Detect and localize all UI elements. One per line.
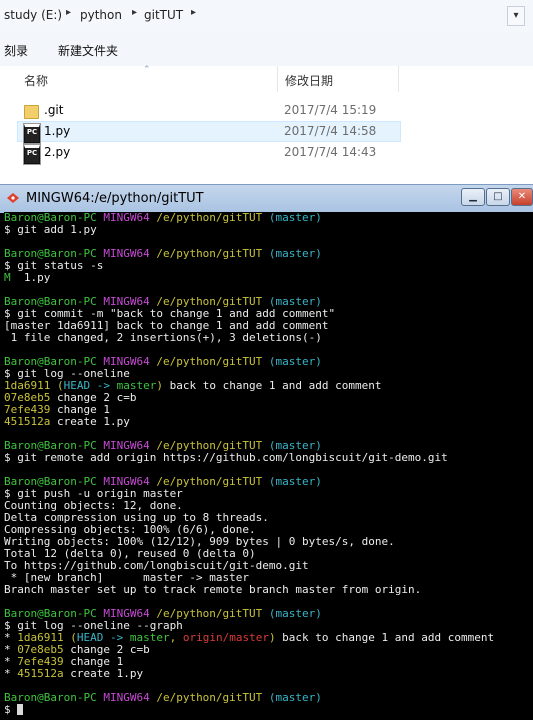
python-file-icon: PC — [24, 124, 40, 143]
prompt-path: /e/python/gitTUT — [156, 691, 263, 704]
output-segment: M — [4, 271, 11, 284]
sort-arrow-icon: ⌃ — [143, 65, 151, 75]
python-file-icon: PC — [24, 145, 40, 164]
prompt-env: MINGW64 — [103, 247, 150, 260]
list-item[interactable]: .git 2017/7/4 15:19 — [18, 101, 400, 121]
burn-button[interactable]: 刻录 — [4, 42, 28, 59]
output-line: M 1.py — [4, 272, 533, 284]
input-prompt: $ — [4, 703, 18, 716]
output-segment: ) — [156, 379, 163, 392]
breadcrumb-gittut[interactable]: gitTUT — [144, 8, 183, 22]
command-line: $ git add 1.py — [4, 223, 97, 236]
prompt-user: Baron@Baron-PC — [4, 691, 97, 704]
prompt-branch: (master) — [268, 475, 322, 488]
breadcrumb-drive[interactable]: study (E:) — [4, 8, 62, 22]
minimize-button[interactable]: ▁ — [461, 188, 485, 206]
file-name: 1.py — [44, 124, 71, 138]
chevron-right-icon[interactable]: ▸ — [66, 7, 71, 18]
cursor — [17, 704, 24, 715]
prompt-env: MINGW64 — [103, 691, 150, 704]
command-line: $ git remote add origin https://github.c… — [4, 451, 448, 464]
output-segment: * — [4, 667, 18, 680]
file-list: 名称 ⌃ 修改日期 .git 2017/7/4 15:19 PC 1.py 20… — [0, 65, 533, 184]
command-bar: 刻录 新建文件夹 — [0, 32, 533, 67]
prompt-branch: (master) — [268, 607, 322, 620]
output-segment: 451512a — [17, 667, 64, 680]
command-line: $ git status -s — [4, 259, 104, 272]
prompt-line: Baron@Baron-PC MINGW64 /e/python/gitTUT … — [4, 692, 533, 704]
chevron-down-icon[interactable]: ▾ — [507, 6, 525, 26]
output-segment: origin/master — [182, 631, 269, 644]
column-divider[interactable] — [277, 66, 278, 92]
output-segment: Branch master set up to track remote bra… — [4, 583, 422, 596]
terminal-output[interactable]: Baron@Baron-PC MINGW64 /e/python/gitTUT … — [4, 212, 533, 718]
chevron-right-icon[interactable]: ▸ — [191, 7, 196, 18]
file-explorer-window: study (E:) ▸ python ▸ gitTUT ▸ ▾ 刻录 新建文件… — [0, 0, 533, 184]
prompt-path: /e/python/gitTUT — [156, 247, 263, 260]
prompt-branch: (master) — [268, 355, 322, 368]
file-name: .git — [44, 103, 64, 117]
new-folder-button[interactable]: 新建文件夹 — [58, 42, 118, 59]
file-name: 2.py — [44, 145, 71, 159]
output-segment: create 1.py — [63, 667, 144, 680]
output-segment: 1.py — [10, 271, 51, 284]
prompt-branch: (master) — [268, 247, 322, 260]
chevron-right-icon[interactable]: ▸ — [132, 7, 137, 18]
prompt-path: /e/python/gitTUT — [156, 212, 263, 224]
close-button[interactable]: ✕ — [511, 188, 533, 206]
prompt-env: MINGW64 — [103, 212, 150, 224]
prompt-branch: (master) — [268, 691, 322, 704]
output-segment: , — [169, 631, 183, 644]
file-date: 2017/7/4 14:43 — [284, 145, 377, 159]
output-segment: create 1.py — [50, 415, 130, 428]
output-segment: 451512a — [4, 415, 51, 428]
output-segment: back to change 1 and add comment — [162, 379, 382, 392]
maximize-button[interactable]: □ — [486, 188, 510, 206]
output-line: 451512a create 1.py — [4, 416, 533, 428]
git-bash-icon — [7, 193, 19, 203]
terminal-window: MINGW64:/e/python/gitTUT ▁ □ ✕ Baron@Bar… — [0, 184, 533, 720]
input-line[interactable]: $ — [4, 704, 533, 716]
column-header-modified[interactable]: 修改日期 — [285, 72, 333, 89]
column-divider[interactable] — [398, 66, 399, 92]
address-bar[interactable]: study (E:) ▸ python ▸ gitTUT ▸ ▾ — [0, 0, 533, 33]
output-line: Branch master set up to track remote bra… — [4, 584, 533, 596]
window-title: MINGW64:/e/python/gitTUT — [26, 191, 204, 206]
title-bar[interactable]: MINGW64:/e/python/gitTUT ▁ □ ✕ — [0, 184, 533, 213]
file-date: 2017/7/4 14:58 — [284, 124, 377, 138]
folder-icon — [24, 105, 39, 119]
breadcrumb-python[interactable]: python — [80, 8, 122, 22]
output-segment: ) — [268, 631, 276, 644]
list-item[interactable]: PC 2.py 2017/7/4 14:43 — [18, 143, 400, 164]
list-item[interactable]: PC 1.py 2017/7/4 14:58 — [17, 121, 401, 143]
output-segment: back to change 1 and add comment — [275, 631, 495, 644]
file-date: 2017/7/4 15:19 — [284, 103, 377, 117]
output-line: 1 file changed, 2 insertions(+), 3 delet… — [4, 332, 533, 344]
output-segment: 1 file changed, 2 insertions(+), 3 delet… — [4, 331, 322, 344]
prompt-branch: (master) — [268, 212, 322, 224]
output-line: * 451512a create 1.py — [4, 668, 533, 680]
prompt-path: /e/python/gitTUT — [156, 355, 263, 368]
column-header-name[interactable]: 名称 — [24, 72, 48, 89]
